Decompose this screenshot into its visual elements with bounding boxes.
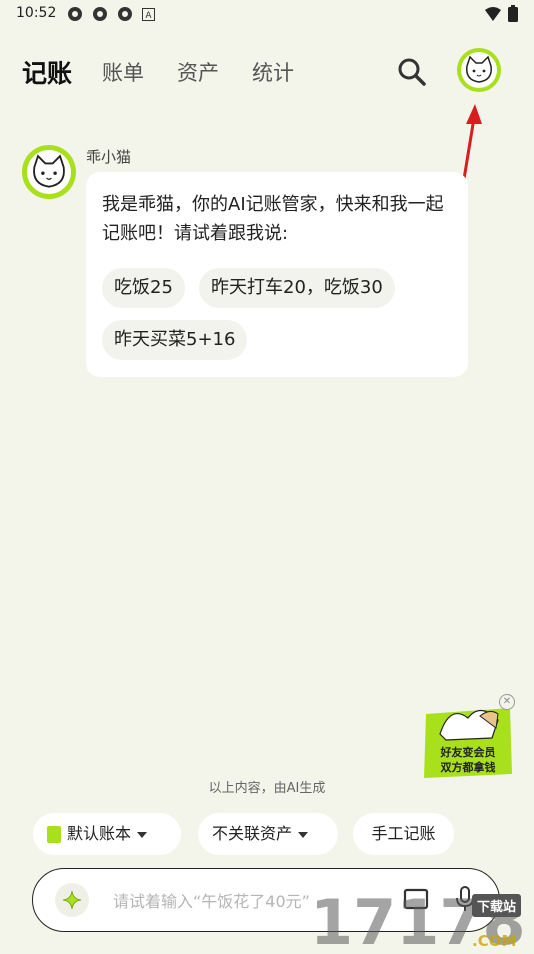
bot-name: 乖小猫 (86, 148, 132, 166)
suggestion-chip[interactable]: 昨天打车20，吃饭30 (199, 268, 395, 308)
search-icon[interactable] (396, 56, 428, 88)
wifi-icon (485, 6, 501, 21)
bot-avatar (22, 145, 76, 199)
ledger-book-icon (47, 826, 61, 843)
status-bar: 10:52 A (0, 0, 534, 28)
app-notification-icon (118, 7, 132, 21)
tab-bills[interactable]: 账单 (102, 57, 144, 87)
ledger-selector[interactable]: 默认账本 (33, 813, 181, 855)
svg-text:A: A (145, 11, 152, 21)
manual-entry-button[interactable]: 手工记账 (353, 813, 454, 855)
close-icon[interactable]: ✕ (499, 694, 515, 710)
cat-avatar-icon (461, 52, 497, 88)
app-notification-icon (68, 7, 82, 21)
app-notification-icon (93, 7, 107, 21)
promo-line1: 好友变会员 (440, 746, 496, 759)
bookkeeping-input[interactable] (111, 888, 375, 914)
battery-icon (508, 5, 518, 22)
tab-statistics[interactable]: 统计 (252, 57, 294, 87)
status-time: 10:52 (16, 5, 57, 21)
cat-avatar-icon (27, 150, 71, 194)
promo-line2: 双方都拿钱 (440, 761, 496, 774)
svg-text:.COM: .COM (472, 932, 516, 950)
ai-generated-note: 以上内容，由AI生成 (208, 781, 326, 796)
tab-bookkeeping[interactable]: 记账 (22, 54, 72, 90)
ledger-label: 默认账本 (67, 824, 132, 843)
chat-bubble: 我是乖猫，你的AI记账管家，快来和我一起记账吧！请试着跟我说: 吃饭25 昨天打… (86, 172, 468, 377)
profile-avatar-button[interactable] (457, 48, 501, 92)
chat-input-bar (32, 868, 500, 932)
chevron-down-icon (137, 831, 148, 838)
watermark-tag: 下载站 (472, 894, 522, 917)
app-notification-icon: A (142, 8, 155, 21)
keyboard-icon[interactable] (403, 887, 429, 911)
chat-message: 我是乖猫，你的AI记账管家，快来和我一起记账吧！请试着跟我说: (102, 194, 444, 244)
chevron-down-icon (298, 831, 309, 838)
ai-sparkle-button[interactable] (55, 883, 89, 917)
asset-selector[interactable]: 不关联资产 (198, 813, 338, 855)
tab-assets[interactable]: 资产 (177, 57, 219, 87)
sparkle-icon (62, 890, 82, 910)
suggestion-chip[interactable]: 昨天买菜5+16 (102, 320, 248, 360)
asset-label: 不关联资产 (212, 824, 293, 843)
top-nav: 记账 账单 资产 统计 (0, 48, 534, 96)
suggestion-chip[interactable]: 吃饭25 (102, 268, 185, 308)
